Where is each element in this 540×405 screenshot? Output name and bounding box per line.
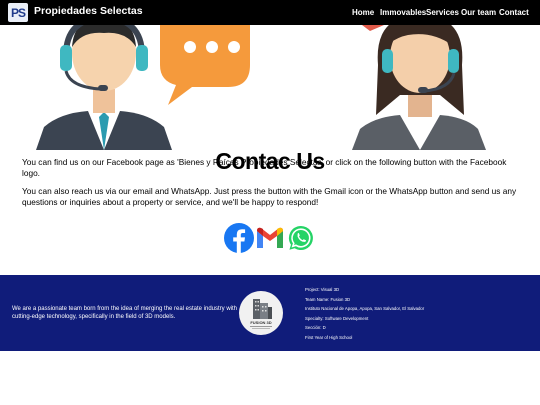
nav-item-home[interactable]: Home	[352, 8, 374, 17]
building-icon: FUSION 3D	[250, 299, 272, 329]
female-agent	[352, 25, 486, 150]
gmail-icon	[257, 227, 283, 248]
footer-logo-text: FUSION 3D	[250, 320, 271, 325]
footer-info-specialty: Specialty: Software Development	[305, 315, 369, 321]
speech-bubble	[160, 25, 250, 105]
facebook-icon	[224, 223, 254, 253]
nav-item-services[interactable]: Services	[426, 8, 459, 17]
nav-item-our-team[interactable]: Our team	[461, 8, 496, 17]
footer-tagline: We are a passionate team born from the i…	[12, 306, 238, 320]
footer-info-year: First Year of High School	[305, 334, 353, 340]
brand-logo[interactable]: PS	[8, 3, 28, 22]
call-center-agents-image	[36, 25, 486, 150]
contact-paragraph: You can also reach us via our email and …	[22, 186, 517, 207]
page-title: Contac Us	[215, 148, 325, 174]
navbar: PS Propiedades Selectas Home Immovables …	[0, 0, 540, 25]
whatsapp-button[interactable]	[286, 223, 316, 253]
footer-info-team: Team Name: Fusion 3D	[305, 296, 351, 302]
footer-info-project: Project: Visual 3D	[305, 287, 340, 292]
facebook-button[interactable]	[224, 223, 254, 253]
gmail-button[interactable]	[255, 223, 285, 253]
brand-logo-text: PS	[10, 5, 26, 20]
footer-info-section: Sección: D	[305, 325, 326, 330]
nav-item-contact[interactable]: Contact	[499, 8, 529, 17]
footer-info-institute: Instituto Nacional de Apopa, Apopa, San …	[305, 306, 425, 311]
whatsapp-icon	[288, 225, 313, 250]
footer-info: Project: Visual 3D Team Name: Fusion 3D …	[305, 285, 424, 342]
brand-name[interactable]: Propiedades Selectas	[34, 5, 143, 17]
nav-item-immovables[interactable]: Immovables	[380, 8, 426, 17]
footer: We are a passionate team born from the i…	[0, 275, 540, 351]
male-agent	[36, 25, 172, 150]
fusion-3d-logo: FUSION 3D	[239, 291, 283, 335]
hero-illustration	[0, 25, 540, 150]
